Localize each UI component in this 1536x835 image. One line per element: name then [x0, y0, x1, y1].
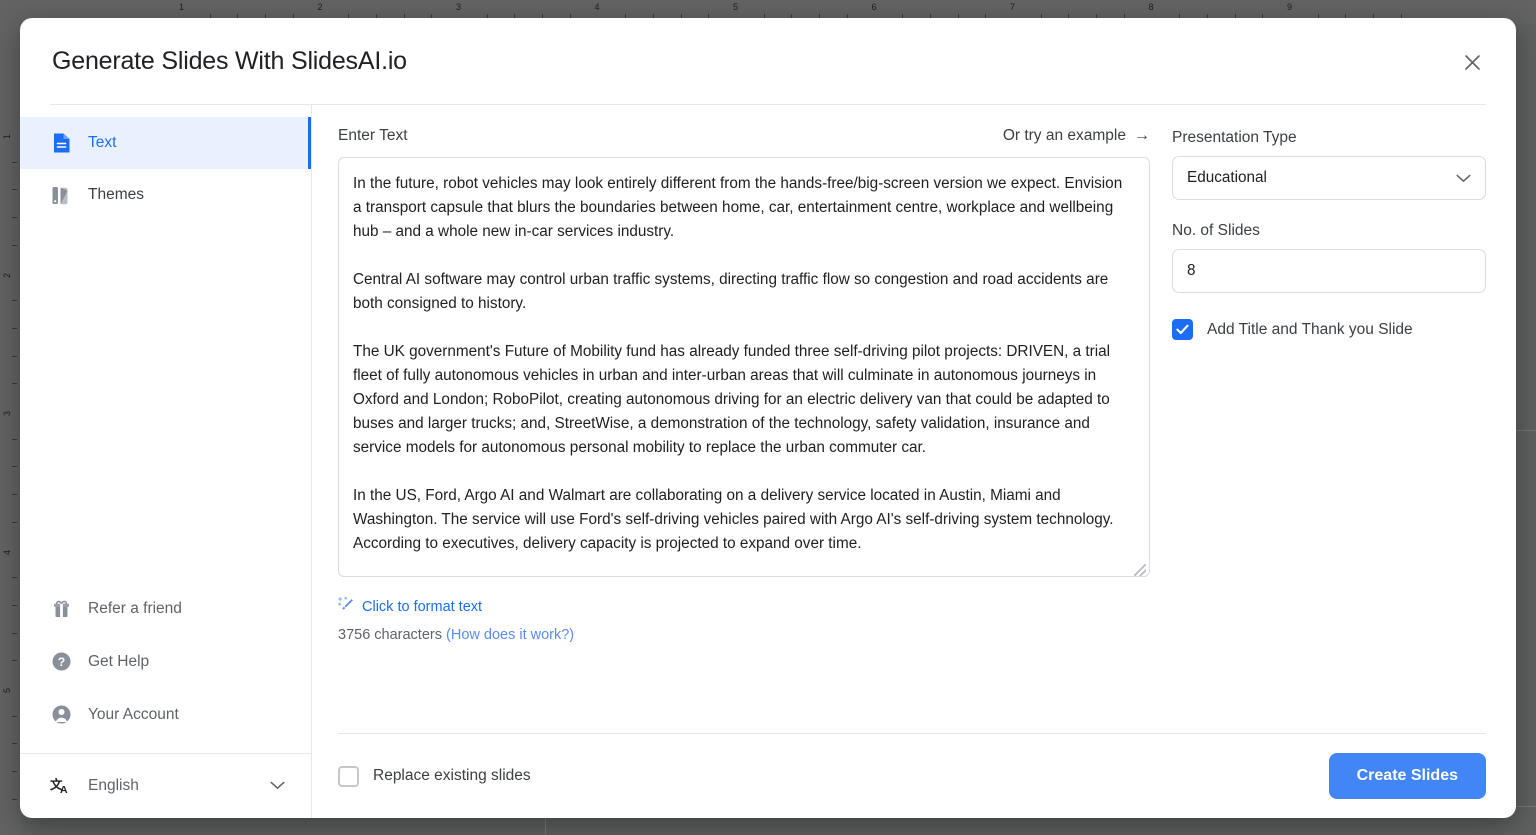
modal-header: Generate Slides With SlidesAI.io [20, 18, 1516, 104]
main-top-area: Enter Text Or try an example → In the fu… [312, 105, 1516, 717]
sidebar-item-label: Refer a friend [88, 599, 182, 617]
main-content: Enter Text Or try an example → In the fu… [312, 105, 1516, 818]
sidebar-item-get-help[interactable]: ? Get Help [20, 635, 311, 688]
add-title-checkbox-row[interactable]: Add Title and Thank you Slide [1172, 319, 1486, 340]
ruler-tick [12, 521, 17, 523]
palette-icon [50, 184, 72, 206]
ruler-tick [12, 743, 17, 745]
options-column: Presentation Type Educational No. of Sli… [1172, 127, 1486, 717]
ruler-tick [12, 327, 17, 329]
chevron-down-icon [1456, 174, 1471, 183]
document-icon [50, 132, 72, 154]
text-input[interactable] [338, 157, 1150, 577]
sidebar: Text Themes Refer a friend ? Get Help Yo… [20, 105, 312, 818]
sidebar-item-label: Get Help [88, 652, 150, 670]
svg-text:A: A [60, 784, 68, 796]
ruler-tick-label: 1 [179, 2, 185, 12]
user-circle-icon [50, 704, 72, 726]
presentation-type-select[interactable]: Educational [1172, 156, 1486, 200]
modal-title: Generate Slides With SlidesAI.io [52, 46, 407, 75]
character-count-label: 3756 characters [338, 627, 442, 643]
ruler-tick [12, 438, 17, 440]
ruler-tick [12, 355, 17, 357]
generate-slides-modal: Generate Slides With SlidesAI.io Text Th… [20, 18, 1516, 818]
ruler-tick-label: 2 [317, 2, 323, 12]
format-text-link[interactable]: Click to format text [338, 596, 482, 617]
svg-text:?: ? [57, 655, 64, 669]
slides-count-value: 8 [1187, 262, 1196, 279]
replace-slides-checkbox[interactable] [338, 765, 359, 787]
help-circle-icon: ? [50, 651, 72, 673]
format-text-label: Click to format text [362, 598, 483, 615]
ruler-tick [12, 383, 17, 385]
language-selector[interactable]: 文 A English [20, 754, 311, 818]
options-spacer [1172, 200, 1486, 222]
ruler-tick-label: 5 [2, 687, 12, 693]
gift-icon [50, 598, 72, 620]
ruler-tick [12, 161, 17, 163]
enter-text-label: Enter Text [338, 127, 408, 144]
sidebar-item-label: Themes [88, 186, 144, 203]
close-icon[interactable] [1454, 44, 1490, 80]
presentation-type-label: Presentation Type [1172, 129, 1297, 146]
magic-wand-icon [338, 596, 355, 617]
ruler-tick [12, 771, 17, 773]
character-count-row: 3756 characters (How does it work?) [338, 627, 1150, 643]
ruler-tick-label: 4 [2, 549, 12, 555]
ruler-tick [12, 466, 17, 468]
language-label: English [88, 777, 139, 794]
replace-slides-label: Replace existing slides [373, 767, 531, 784]
sidebar-item-your-account[interactable]: Your Account [20, 688, 311, 741]
chevron-down-icon [270, 777, 285, 795]
try-an-example-label: Or try an example [1002, 127, 1126, 144]
ruler-tick-label: 2 [2, 272, 12, 278]
sidebar-item-themes[interactable]: Themes [20, 169, 311, 221]
modal-body: Text Themes Refer a friend ? Get Help Yo… [20, 105, 1516, 818]
ruler-tick-label: 6 [871, 2, 877, 12]
ruler-tick-label: 7 [1010, 2, 1016, 12]
enter-text-header: Enter Text Or try an example → [338, 127, 1150, 145]
ruler-tick [12, 632, 17, 634]
ruler-tick [12, 660, 17, 662]
ruler-tick-label: 5 [733, 2, 739, 12]
ruler-tick-label: 8 [1148, 2, 1154, 12]
sidebar-item-label: Text [88, 134, 117, 151]
text-input-column: Enter Text Or try an example → In the fu… [338, 127, 1150, 717]
translate-icon: 文 A [50, 776, 72, 796]
slides-count-label: No. of Slides [1172, 222, 1260, 239]
ruler-tick [12, 217, 17, 219]
sidebar-item-refer-a-friend[interactable]: Refer a friend [20, 582, 311, 635]
ruler-tick [12, 715, 17, 717]
ruler-tick [12, 798, 17, 800]
textarea-wrapper [338, 157, 1150, 582]
ruler-tick [12, 604, 17, 606]
ruler-tick [12, 494, 17, 496]
replace-slides-checkbox-row[interactable]: Replace existing slides [338, 765, 531, 787]
ruler-tick-label: 4 [594, 2, 600, 12]
add-title-checkbox[interactable] [1172, 319, 1193, 340]
ruler-tick-label: 9 [1287, 2, 1293, 12]
ruler-tick [12, 300, 17, 302]
add-title-checkbox-label: Add Title and Thank you Slide [1207, 320, 1413, 338]
try-an-example-link[interactable]: Or try an example → [1003, 127, 1150, 145]
ruler-tick [12, 577, 17, 579]
sidebar-item-label: Your Account [88, 705, 179, 723]
ruler-tick-label: 1 [2, 133, 12, 139]
ruler-tick-label: 3 [2, 410, 12, 416]
sidebar-primary-nav: Text Themes [20, 117, 311, 221]
sidebar-secondary-nav: Refer a friend ? Get Help Your Account [20, 582, 311, 747]
ruler-tick [12, 189, 17, 191]
slides-count-input[interactable]: 8 [1172, 249, 1486, 293]
how-does-it-work-link[interactable]: (How does it work?) [446, 627, 574, 643]
modal-footer: Replace existing slides Create Slides [312, 734, 1516, 818]
create-slides-button[interactable]: Create Slides [1328, 753, 1486, 799]
ruler-tick [12, 244, 17, 246]
sidebar-item-text[interactable]: Text [20, 117, 311, 169]
presentation-type-value: Educational [1187, 169, 1267, 186]
ruler-tick-label: 3 [456, 2, 462, 12]
arrow-right-icon: → [1134, 127, 1150, 144]
vertical-ruler: 1 2 3 4 5 [0, 24, 22, 835]
